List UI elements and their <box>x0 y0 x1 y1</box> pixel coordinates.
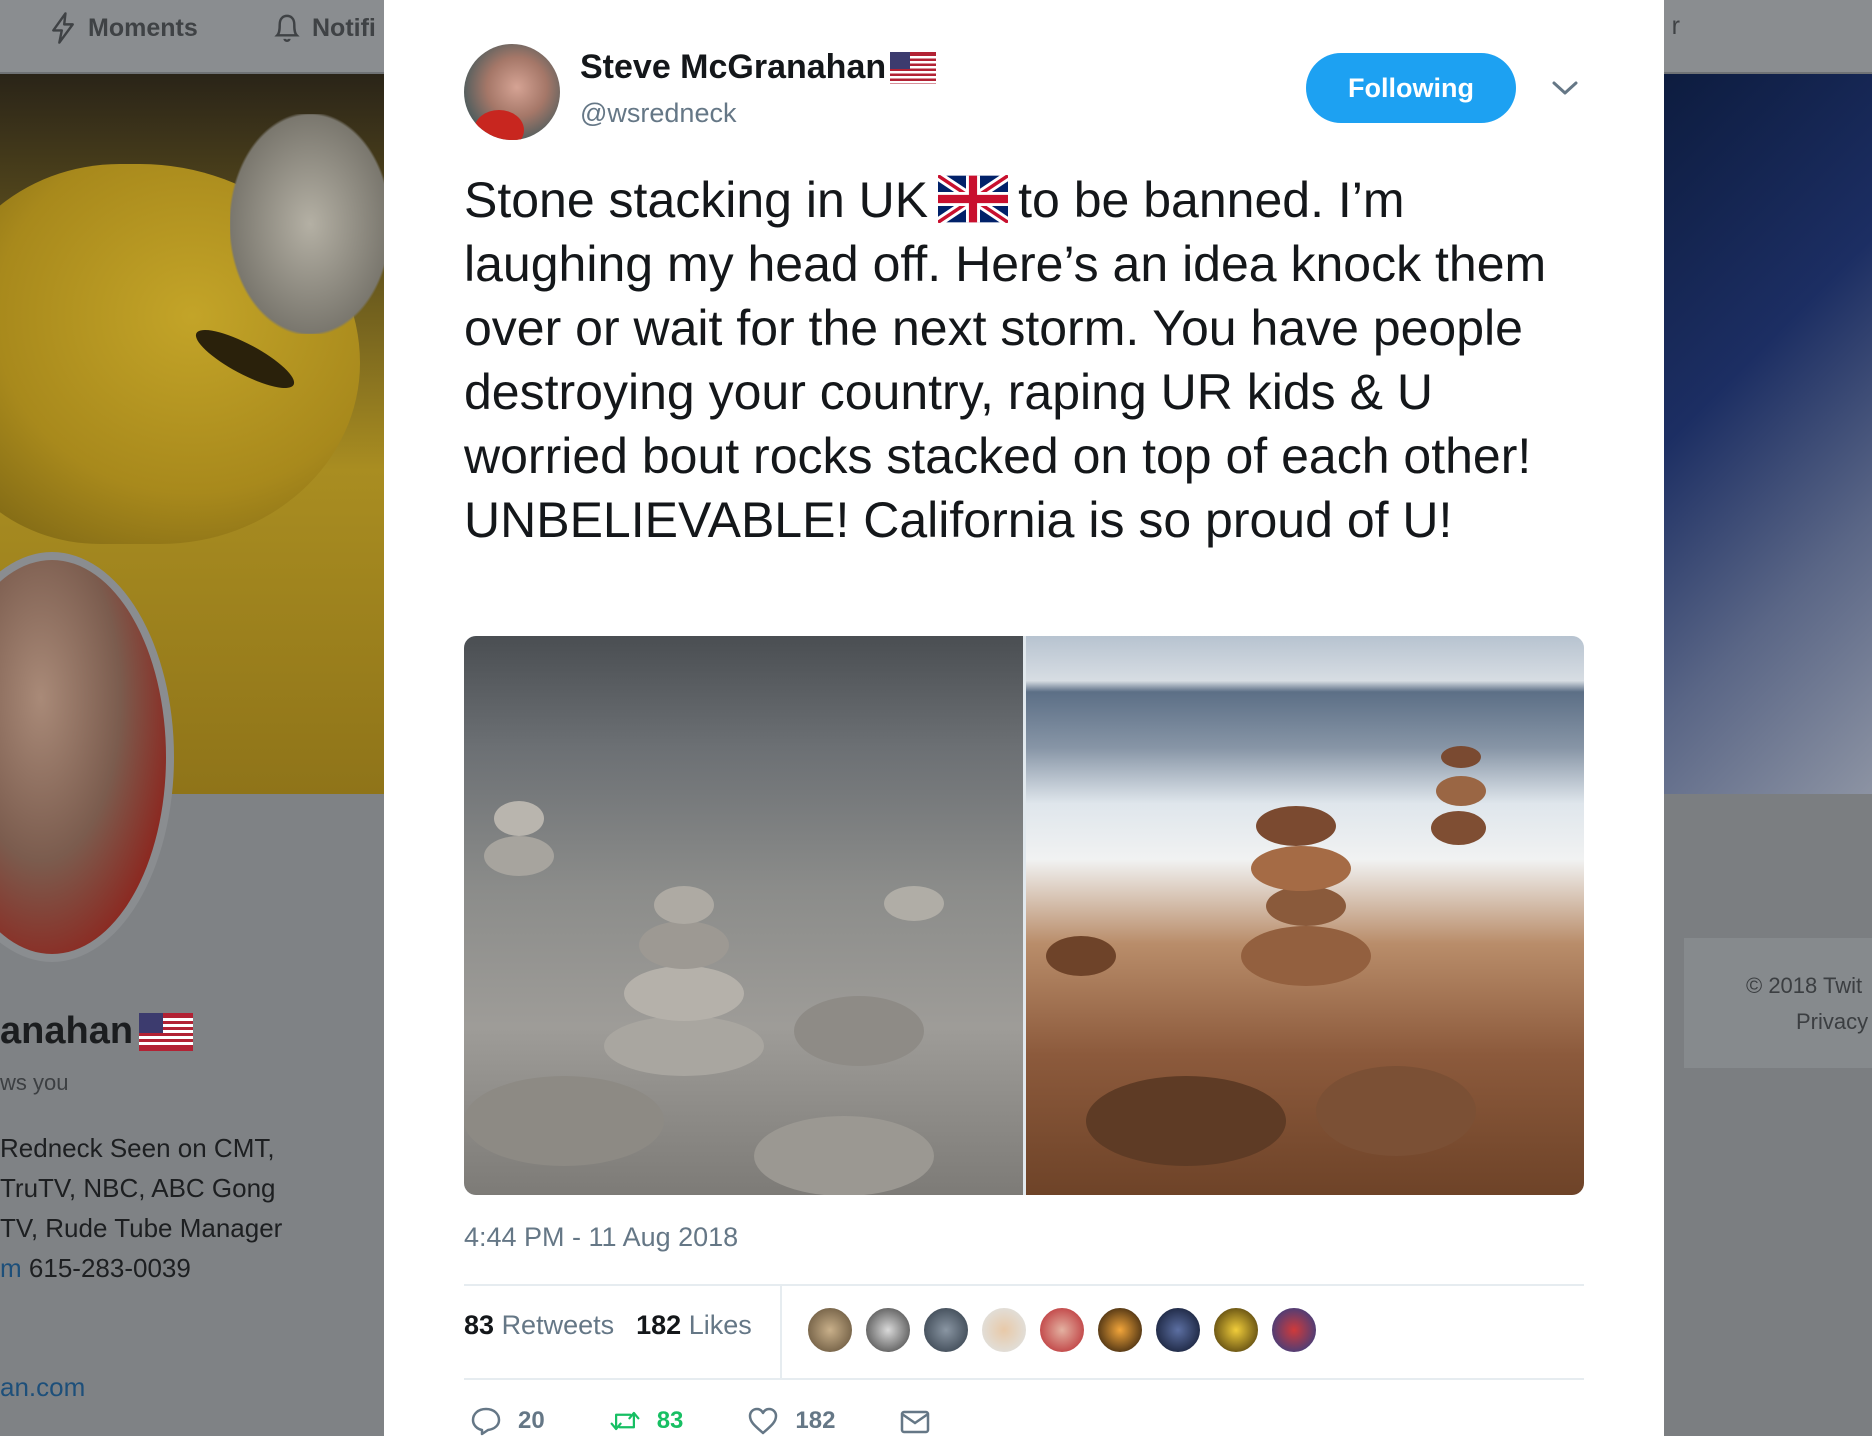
liker-avatar[interactable] <box>1038 1306 1086 1354</box>
footer-copyright: © 2018 Twit <box>1746 973 1863 998</box>
bio-link-fragment[interactable]: m <box>0 1253 22 1283</box>
lightning-icon <box>52 12 74 44</box>
retweets-stat[interactable]: 83 Retweets <box>464 1310 614 1341</box>
uk-flag-icon <box>938 175 1009 223</box>
reply-button[interactable]: 20 <box>470 1406 545 1436</box>
tweet-text-part1: Stone stacking in UK <box>464 172 929 228</box>
profile-bio: Redneck Seen on CMT, TruTV, NBC, ABC Gon… <box>0 1128 320 1288</box>
liker-avatar[interactable] <box>980 1306 1028 1354</box>
liker-avatar[interactable] <box>922 1306 970 1354</box>
nav-moments[interactable]: Moments <box>48 10 198 46</box>
divider <box>464 1284 1584 1286</box>
retweets-count: 83 <box>464 1310 495 1340</box>
liker-avatar[interactable] <box>1270 1306 1318 1354</box>
tweet-media[interactable] <box>464 636 1584 1195</box>
likes-count: 182 <box>636 1310 682 1340</box>
tweet-text-part2: to be banned. I’m laughing my head off. … <box>464 172 1547 548</box>
author-name[interactable]: Steve McGranahan <box>580 48 886 87</box>
liker-avatar[interactable] <box>806 1306 854 1354</box>
divider <box>780 1286 782 1378</box>
tweet-detail-modal: Steve McGranahan @wsredneck Following St… <box>384 0 1664 1436</box>
footer-privacy-link[interactable]: Privacy <box>1746 1004 1872 1040</box>
tweet-photo-stone-stacks-beach[interactable] <box>1025 636 1584 1195</box>
tweet-timestamp[interactable]: 4:44 PM - 11 Aug 2018 <box>464 1222 738 1253</box>
tweet-stats: 83 Retweets 182 Likes <box>464 1310 752 1341</box>
following-button[interactable]: Following <box>1306 53 1516 123</box>
nav-moments-label: Moments <box>88 13 198 42</box>
profile-website-link[interactable]: an.com <box>0 1372 85 1403</box>
tweet-actions: 20 83 182 <box>470 1406 995 1436</box>
footer-box: © 2018 Twit Privacy <box>1684 938 1872 1068</box>
liker-avatar[interactable] <box>1154 1306 1202 1354</box>
liker-avatars <box>806 1306 1318 1354</box>
author-avatar[interactable] <box>464 44 560 140</box>
bio-line: TV, Rude Tube Manager <box>0 1213 283 1243</box>
divider <box>464 1378 1584 1380</box>
nav-right-fragment: r <box>1671 12 1680 40</box>
likes-label: Likes <box>688 1310 752 1340</box>
heart-icon <box>749 1407 778 1435</box>
profile-name: anahan <box>0 1010 194 1053</box>
direct-message-button[interactable] <box>899 1406 931 1436</box>
reply-count: 20 <box>518 1407 545 1434</box>
liker-avatar[interactable] <box>1212 1306 1260 1354</box>
envelope-icon <box>901 1410 930 1434</box>
retweet-count: 83 <box>656 1407 684 1434</box>
bio-phone: 615-283-0039 <box>28 1253 191 1283</box>
retweet-button[interactable]: 83 <box>609 1406 684 1436</box>
us-flag-icon <box>139 1012 194 1051</box>
author-handle[interactable]: @wsredneck <box>580 98 736 129</box>
liker-avatar[interactable] <box>1096 1306 1144 1354</box>
liker-avatar[interactable] <box>864 1306 912 1354</box>
like-count: 182 <box>795 1407 836 1434</box>
nav-notifications[interactable]: Notifi <box>272 10 376 46</box>
like-button[interactable]: 182 <box>747 1406 835 1436</box>
chevron-down-icon[interactable] <box>1550 76 1580 100</box>
bio-line: Redneck Seen on CMT, <box>0 1133 275 1163</box>
follows-you-label: ws you <box>0 1070 69 1095</box>
author-name-row[interactable]: Steve McGranahan <box>580 48 937 87</box>
profile-name-text: anahan <box>0 1010 134 1052</box>
bio-line: TruTV, NBC, ABC Gong <box>0 1173 276 1203</box>
tweet-photo-stone-stacks-grey[interactable] <box>464 636 1023 1195</box>
likes-stat[interactable]: 182 Likes <box>636 1310 752 1341</box>
bell-icon <box>274 14 300 42</box>
tweet-text: Stone stacking in UK to be banned. I’m l… <box>464 168 1594 552</box>
nav-notifications-label: Notifi <box>312 13 376 42</box>
reply-icon <box>471 1407 501 1436</box>
retweet-icon <box>610 1411 640 1431</box>
us-flag-icon <box>890 51 937 84</box>
retweets-label: Retweets <box>501 1310 615 1340</box>
